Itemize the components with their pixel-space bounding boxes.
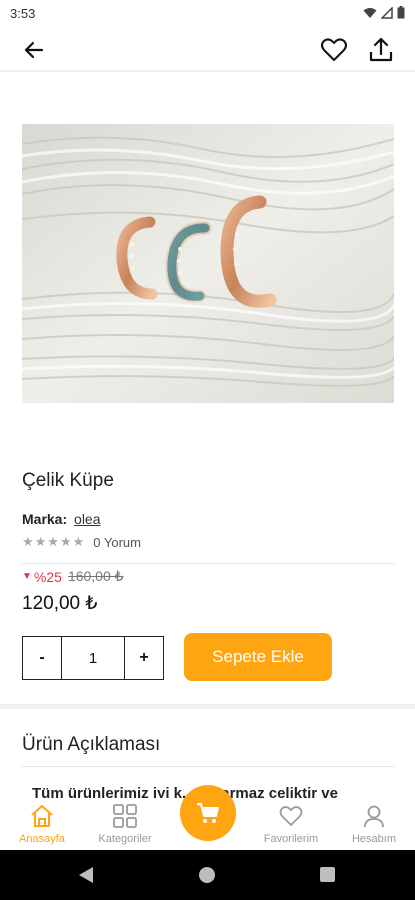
product-image[interactable] <box>22 124 394 403</box>
brand-link[interactable]: olea <box>74 511 100 527</box>
user-icon <box>364 805 384 828</box>
down-arrow-icon: ▼ <box>22 571 32 582</box>
nav-label: Favorilerim <box>263 833 319 845</box>
signal-icon <box>381 6 393 19</box>
review-count: 0 Yorum <box>93 534 141 550</box>
status-time: 3:53 <box>10 6 36 21</box>
system-home-icon[interactable] <box>199 867 215 883</box>
wifi-icon <box>363 7 377 18</box>
nav-label: Anasayfa <box>19 833 65 845</box>
decrease-quantity-button[interactable]: - <box>23 637 62 679</box>
share-upload-icon[interactable] <box>367 35 395 65</box>
nav-favorites[interactable]: Favorilerim <box>251 798 331 850</box>
cart-button[interactable] <box>180 785 236 841</box>
grid-icon <box>113 804 137 828</box>
battery-icon <box>397 6 405 19</box>
discount-row: ▼ %25 160,00 ₺ <box>22 568 124 585</box>
system-recents-icon[interactable] <box>320 867 335 882</box>
brand-row: Marka: olea <box>22 511 101 527</box>
divider <box>22 766 394 767</box>
divider <box>22 563 394 564</box>
rating-row[interactable]: ★★★★★ 0 Yorum <box>22 534 141 550</box>
nav-label: Kategoriler <box>98 833 152 845</box>
quantity-stepper: - 1 + <box>22 636 164 680</box>
nav-categories[interactable]: Kategoriler <box>85 798 165 850</box>
brand-label: Marka: <box>22 511 68 527</box>
heart-outline-icon <box>279 806 303 826</box>
status-icons <box>363 6 405 19</box>
home-icon <box>31 805 53 827</box>
system-back-icon[interactable] <box>78 866 94 884</box>
cart-icon <box>197 803 219 823</box>
quantity-value[interactable]: 1 <box>62 637 124 679</box>
current-price: 120,00 ₺ <box>22 593 98 614</box>
arrow-left-icon[interactable] <box>20 36 48 64</box>
star-rating-icon: ★★★★★ <box>22 534 86 549</box>
status-bar: 3:53 <box>0 0 415 26</box>
old-price: 160,00 ₺ <box>67 568 124 584</box>
increase-quantity-button[interactable]: + <box>124 637 163 679</box>
nav-account[interactable]: Hesabım <box>334 798 414 850</box>
heart-outline-icon[interactable] <box>319 35 349 65</box>
nav-label: Hesabım <box>351 833 397 845</box>
section-separator <box>0 704 415 709</box>
app-bar <box>0 26 415 72</box>
description-title: Ürün Açıklaması <box>22 734 161 755</box>
discount-percent: %25 <box>33 568 62 585</box>
product-title: Çelik Küpe <box>22 470 114 491</box>
system-navigation-bar <box>0 850 415 900</box>
nav-home[interactable]: Anasayfa <box>2 798 82 850</box>
add-to-cart-button[interactable]: Sepete Ekle <box>184 633 332 681</box>
